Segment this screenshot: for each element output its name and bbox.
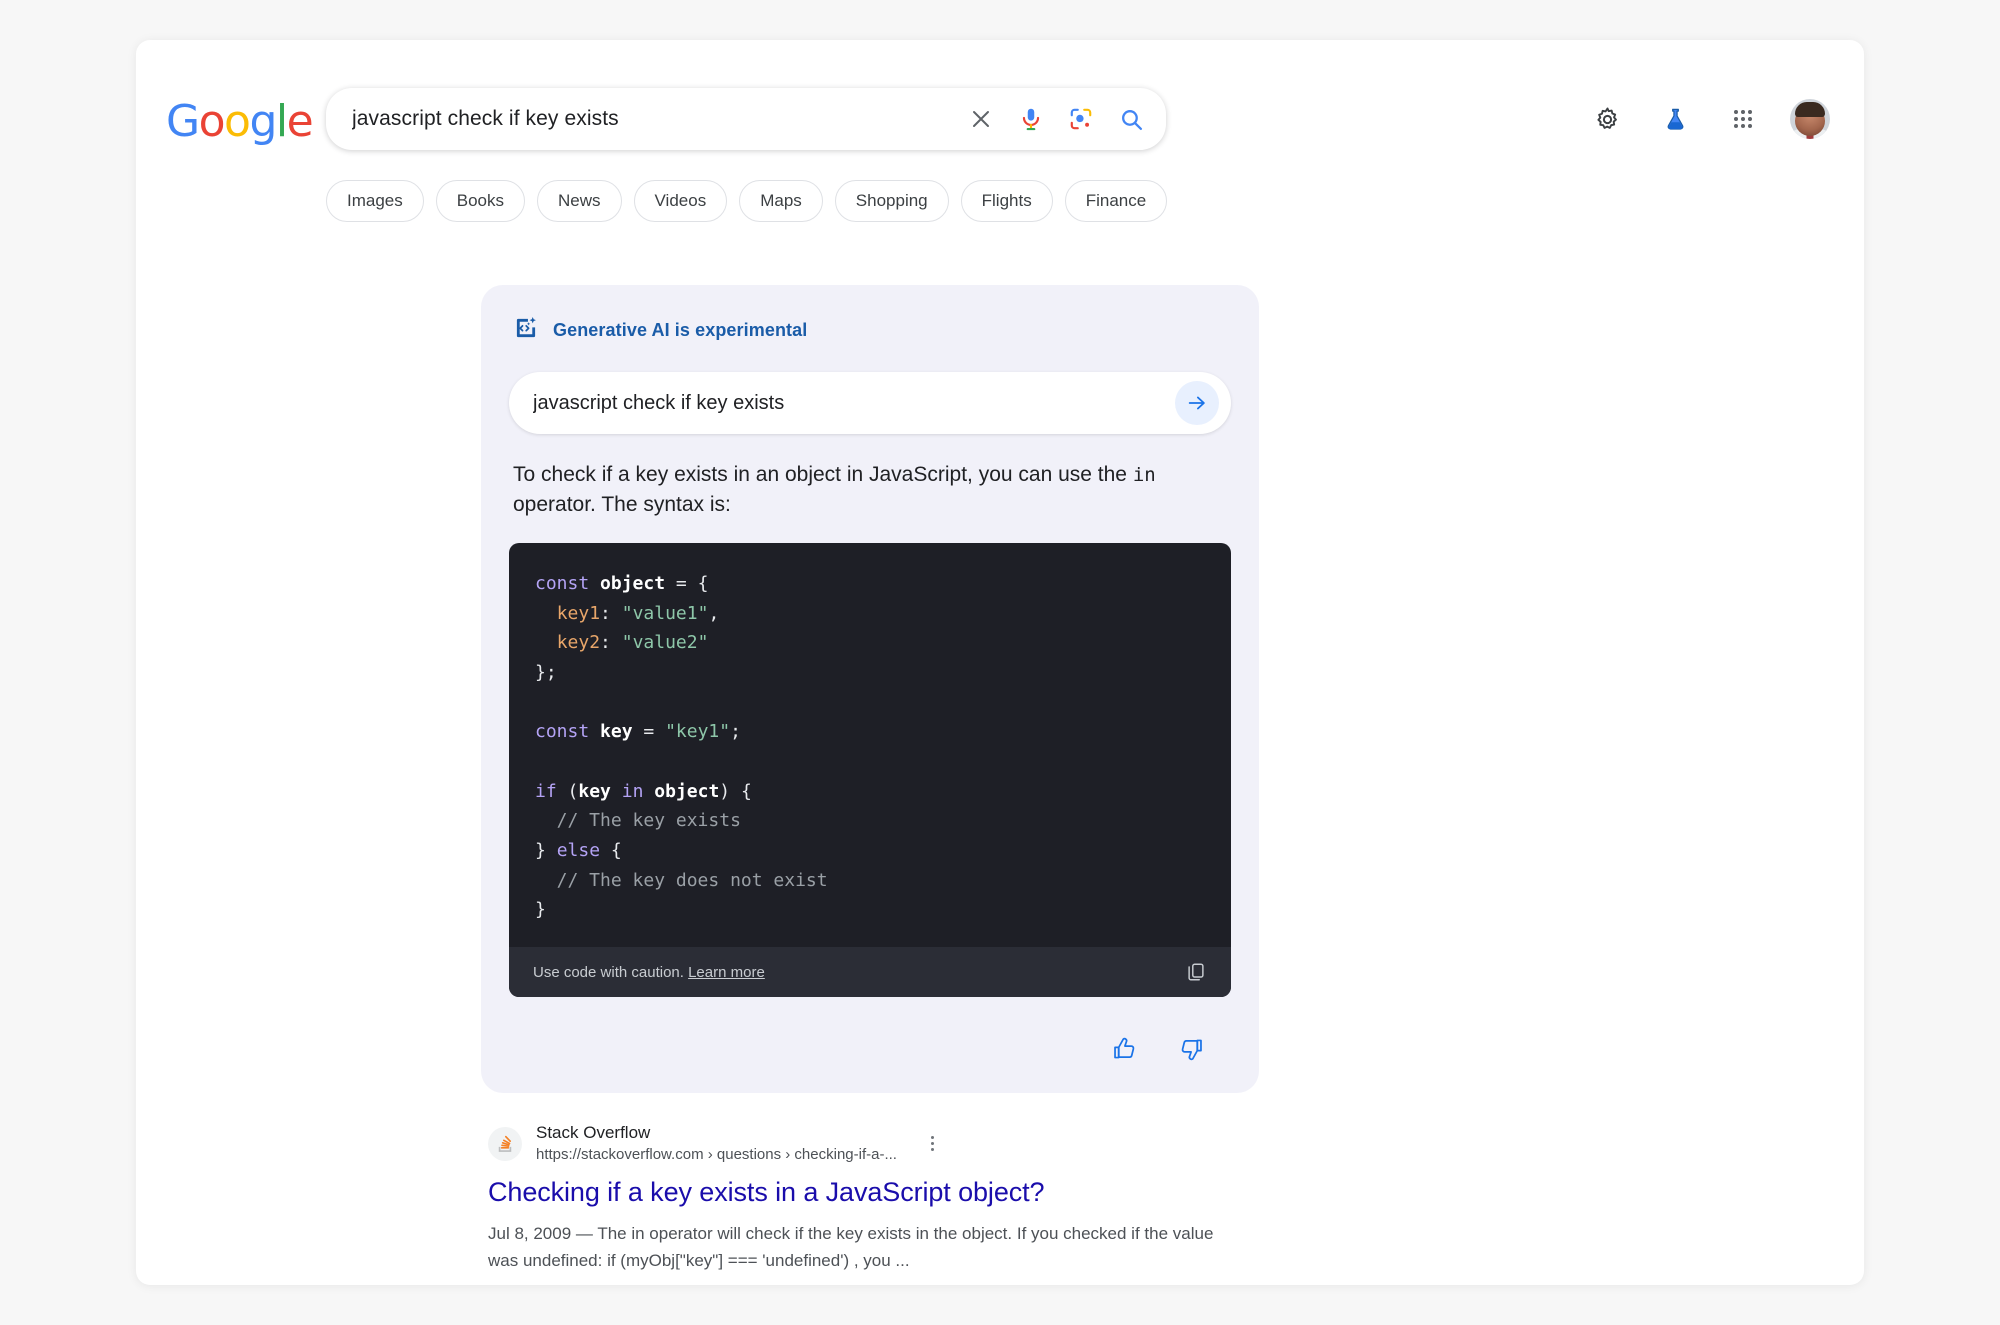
code-block: const object = { key1: "value1", key2: "… (509, 542, 1231, 998)
code-token: // The key does not exist (535, 869, 828, 891)
code-token: = (632, 721, 666, 743)
result-site-url: https://stackoverflow.com › questions › … (536, 1145, 897, 1163)
logo-letter-o2: o (224, 96, 251, 147)
code-token: const (535, 721, 590, 743)
code-token: const (535, 572, 590, 594)
kebab-dot-1 (931, 1136, 935, 1140)
search-result: Stack Overflow https://stackoverflow.com… (488, 1122, 1288, 1285)
code-token: else (556, 840, 601, 862)
code-token: ) { (719, 780, 752, 802)
followup-search-box[interactable] (509, 372, 1231, 434)
logo-letter-l: l (275, 96, 288, 147)
generative-ai-label: Generative AI is experimental (553, 320, 808, 340)
result-site-name: Stack Overflow (536, 1123, 651, 1142)
kebab-dot-3 (931, 1148, 935, 1152)
ai-answer-part1: To check if a key exists in an object in… (513, 463, 1133, 486)
generative-ai-icon (513, 315, 539, 346)
logo-letter-g: g (249, 96, 277, 147)
search-input[interactable] (352, 107, 956, 131)
generative-ai-badge: Generative AI is experimental (509, 315, 1231, 346)
code-token: { (600, 840, 622, 862)
thumb-up-icon[interactable] (1107, 1031, 1143, 1067)
search-submit-button[interactable] (1106, 94, 1156, 144)
clear-search-button[interactable] (956, 94, 1006, 144)
avatar[interactable] (1790, 99, 1830, 139)
main-search-bar[interactable] (326, 88, 1166, 150)
code-caution-label: Use code with caution. (533, 963, 684, 981)
code-token: key (578, 780, 611, 802)
chip-shopping[interactable]: Shopping (834, 180, 949, 222)
result-snippet: Jul 8, 2009 — The in operator will check… (488, 1224, 1214, 1271)
result-options-icon[interactable] (921, 1132, 945, 1156)
logo-letter-o1: o (198, 96, 226, 147)
code-token: "key1" (665, 721, 731, 743)
generative-ai-panel: Generative AI is experimental To check i… (481, 285, 1259, 1094)
code-token: in (621, 780, 644, 802)
search-header: Google (136, 40, 1864, 165)
code-token: : (600, 602, 622, 624)
kebab-dot-2 (931, 1142, 935, 1146)
code-token: ( (556, 780, 579, 802)
google-lens-button[interactable] (1056, 94, 1106, 144)
code-token: : (600, 632, 622, 654)
code-token: if (535, 780, 557, 802)
logo-letter-G: G (166, 96, 200, 147)
ai-answer-part2: operator. The syntax is: (513, 493, 731, 517)
apps-grid-icon[interactable] (1722, 98, 1764, 140)
code-token: } (535, 899, 546, 921)
code-token: , (708, 602, 720, 624)
code-token: object (600, 572, 666, 594)
chip-images[interactable]: Images (326, 180, 424, 222)
stackoverflow-favicon (488, 1126, 522, 1161)
logo-letter-e: e (286, 96, 314, 147)
header-actions (1586, 88, 1830, 150)
code-token: key2 (556, 632, 601, 654)
code-token: // The key exists (535, 810, 741, 832)
filter-chips: Images Books News Videos Maps Shopping F… (326, 180, 1168, 222)
chip-videos[interactable]: Videos (633, 180, 728, 222)
chip-finance[interactable]: Finance (1064, 180, 1168, 222)
gear-icon[interactable] (1586, 98, 1628, 140)
ai-answer-inline-code: in (1132, 464, 1156, 486)
result-site-lines: Stack Overflow https://stackoverflow.com… (536, 1122, 897, 1165)
labs-flask-icon[interactable] (1654, 98, 1696, 140)
learn-more-link[interactable]: Learn more (688, 964, 765, 981)
browser-page-card: Google javascript check if key exists Im… (136, 40, 1864, 1285)
chip-news[interactable]: News (537, 180, 622, 222)
code-token: } (535, 840, 557, 862)
google-logo[interactable]: Google (166, 100, 314, 144)
code-footer: Use code with caution. Learn more (509, 947, 1231, 998)
avatar-hair (1795, 102, 1825, 118)
code-token: "value1" (621, 602, 709, 624)
code-token: }; (535, 661, 557, 683)
code-token: key (600, 721, 633, 743)
feedback-row (509, 1031, 1231, 1067)
copy-icon[interactable] (1179, 955, 1213, 989)
code-token: ; (730, 721, 741, 743)
voice-search-button[interactable] (1006, 94, 1056, 144)
code-token: = { (665, 572, 709, 594)
code-token: "value2" (621, 632, 709, 654)
code-caution-text: Use code with caution. Learn more (533, 964, 765, 981)
ai-answer-text: To check if a key exists in an object in… (509, 460, 1169, 521)
chip-flights[interactable]: Flights (960, 180, 1053, 222)
chip-books[interactable]: Books (435, 180, 525, 222)
result-title[interactable]: Checking if a key exists in a JavaScript… (488, 1177, 1288, 1208)
followup-search-input[interactable] (533, 391, 1175, 415)
thumb-down-icon[interactable] (1173, 1031, 1209, 1067)
code-content: const object = { key1: "value1", key2: "… (509, 543, 1231, 947)
code-token: object (654, 780, 720, 802)
code-token: key1 (556, 602, 601, 624)
followup-submit-button[interactable] (1175, 381, 1219, 425)
result-site-row: Stack Overflow https://stackoverflow.com… (488, 1122, 1288, 1165)
chip-maps[interactable]: Maps (739, 180, 823, 222)
